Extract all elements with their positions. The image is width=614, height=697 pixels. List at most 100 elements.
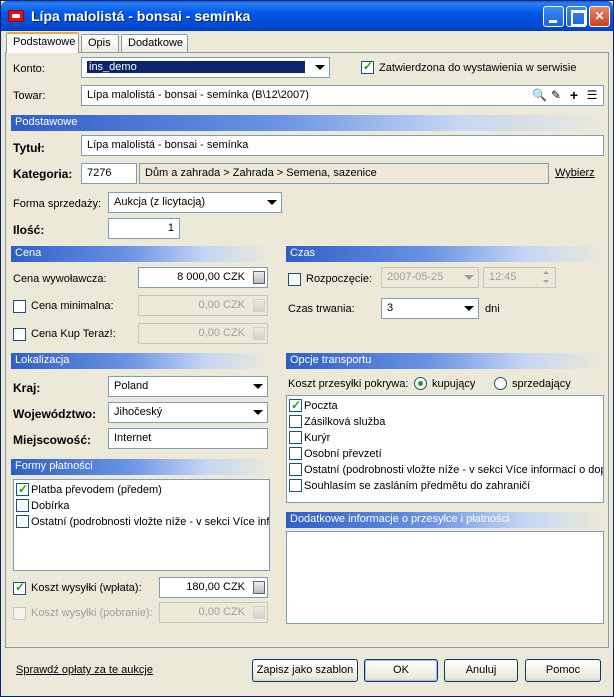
tab-podstawowe[interactable]: Podstawowe — [6, 32, 79, 53]
ilosc-input[interactable]: 1 — [108, 218, 180, 239]
add-icon[interactable]: + — [568, 88, 580, 102]
tytul-input[interactable]: Lípa malolistá - bonsai - semínka — [81, 135, 604, 156]
konto-label: Konto: — [13, 63, 45, 75]
duration-select[interactable]: 3 — [381, 298, 479, 319]
region-select[interactable]: Jihočeský — [108, 402, 268, 423]
min-price-checkbox[interactable] — [13, 300, 26, 313]
duration-unit: dni — [485, 303, 500, 315]
city-input[interactable]: Internet — [108, 428, 268, 449]
payment-option-checkbox[interactable] — [16, 515, 29, 528]
start-clock-input[interactable]: 12:45 — [483, 267, 556, 288]
duration-value: 3 — [387, 302, 394, 314]
additional-info-textarea[interactable] — [286, 531, 604, 624]
payment-option-checkbox[interactable] — [16, 481, 29, 497]
payment-option-checkbox[interactable] — [16, 499, 29, 512]
search-icon[interactable]: 🔍 — [532, 89, 547, 101]
ship-cod-value: 0,00 CZK — [198, 606, 245, 618]
buy-now-input[interactable]: 0,00 CZK — [138, 323, 268, 344]
shipping-payer-label: Koszt przesyłki pokrywa: — [288, 378, 409, 390]
transport-option-checkbox[interactable] — [289, 397, 302, 413]
start-price-value: 8 000,00 CZK — [177, 271, 245, 283]
ship-prepaid-value: 180,00 CZK — [186, 581, 245, 593]
towar-field[interactable]: Lípa malolistá - bonsai - semínka (B\12\… — [81, 85, 604, 106]
list-item[interactable]: Dobírka — [14, 498, 269, 514]
list-item[interactable]: Souhlasím se zasláním předmětu do zahran… — [287, 478, 603, 494]
buy-now-label: Cena Kup Teraz!: — [31, 328, 116, 340]
start-price-input[interactable]: 8 000,00 CZK — [138, 267, 268, 288]
payer-seller-radio[interactable] — [494, 377, 507, 390]
konto-select[interactable]: ins_demo — [81, 57, 330, 78]
kategoria-label: Kategoria: — [13, 167, 73, 181]
buy-now-value: 0,00 CZK — [198, 327, 245, 339]
kategoria-path: Dům a zahrada > Zahrada > Semena, sazeni… — [139, 163, 549, 184]
title-bar[interactable]: Lípa malolistá - bonsai - semínka ✕ — [1, 1, 613, 31]
chevron-down-icon — [460, 269, 477, 286]
calculator-icon — [253, 606, 265, 619]
kategoria-id: 7276 — [87, 167, 112, 179]
list-item[interactable]: Kurýr — [287, 430, 603, 446]
transport-option-checkbox[interactable] — [289, 463, 302, 476]
start-time-label: Rozpoczęcie: — [306, 273, 373, 285]
tab-dodatkowe[interactable]: Dodatkowe — [121, 34, 188, 52]
transport-option-checkbox[interactable] — [289, 447, 302, 460]
section-header-location: Lokalizacja — [11, 353, 271, 369]
ship-cod-input[interactable]: 0,00 CZK — [159, 602, 268, 623]
chevron-down-icon — [249, 378, 266, 395]
spinner-icon — [539, 269, 554, 286]
section-header-transport: Opcje transportu — [286, 353, 605, 369]
wybierz-link[interactable]: Wybierz — [555, 167, 595, 179]
list-item[interactable]: Zásilková služba — [287, 414, 603, 430]
list-item[interactable]: Ostatní (podrobnosti vložte níže - v sek… — [14, 514, 269, 530]
forma-select[interactable]: Aukcja (z licytacją) — [108, 192, 282, 213]
approved-checkbox[interactable] — [361, 59, 374, 74]
calculator-icon[interactable] — [253, 581, 265, 594]
ship-prepaid-label: Koszt wysyłki (wpłata): — [31, 582, 142, 594]
check-fees-link[interactable]: Sprawdź opłaty za te aukcje — [16, 664, 153, 676]
help-button[interactable]: Pomoc — [525, 659, 601, 682]
payer-seller-label: sprzedający — [512, 378, 571, 390]
min-price-label: Cena minimalna: — [31, 300, 114, 312]
start-date-picker[interactable]: 2007-05-25 — [381, 267, 479, 288]
country-select[interactable]: Poland — [108, 376, 268, 397]
start-time-checkbox[interactable] — [288, 273, 301, 286]
kategoria-id-input[interactable]: 7276 — [81, 163, 137, 184]
ship-prepaid-input[interactable]: 180,00 CZK — [159, 577, 268, 598]
transport-options-list: Poczta Zásilková služba Kurýr Osobní pře… — [286, 395, 604, 503]
tab-opis[interactable]: Opis — [81, 34, 119, 52]
list-item[interactable]: Osobní převzetí — [287, 446, 603, 462]
start-date-value: 2007-05-25 — [387, 271, 444, 283]
country-label: Kraj: — [13, 381, 41, 395]
section-header-basic: Podstawowe — [11, 115, 605, 131]
approved-label: Zatwierdzona do wystawienia w serwisie — [379, 62, 577, 74]
list-item[interactable]: Platba převodem (předem) — [14, 481, 269, 498]
buy-now-checkbox[interactable] — [13, 328, 26, 341]
window-title: Lípa malolistá - bonsai - semínka — [31, 8, 251, 24]
list-item[interactable]: Ostatní (podrobnosti vložte níže - v sek… — [287, 462, 603, 478]
save-template-button[interactable]: Zapisz jako szablon — [252, 659, 358, 682]
min-price-input[interactable]: 0,00 CZK — [138, 295, 268, 316]
transport-option-checkbox[interactable] — [289, 431, 302, 444]
edit-icon[interactable]: ✎ — [550, 89, 562, 101]
ship-cod-checkbox[interactable] — [13, 607, 26, 620]
minimize-button[interactable] — [543, 6, 564, 27]
section-header-payment: Formy płatności — [11, 459, 271, 475]
list-item[interactable]: Poczta — [287, 397, 603, 414]
transport-option-checkbox[interactable] — [289, 479, 302, 492]
ok-button[interactable]: OK — [364, 659, 438, 682]
calculator-icon[interactable] — [253, 271, 265, 284]
ilosc-label: Ilość: — [13, 223, 45, 237]
transport-option-checkbox[interactable] — [289, 415, 302, 428]
close-button[interactable]: ✕ — [589, 6, 610, 27]
chevron-down-icon — [311, 59, 328, 76]
konto-value: ins_demo — [87, 61, 305, 73]
list-icon[interactable]: ☰ — [586, 89, 598, 101]
ship-prepaid-checkbox[interactable] — [13, 580, 26, 595]
section-header-price: Cena — [11, 246, 271, 262]
app-icon — [8, 10, 24, 22]
maximize-button[interactable] — [566, 6, 587, 27]
city-value: Internet — [114, 432, 152, 444]
towar-value: Lípa malolistá - bonsai - semínka (B\12\… — [87, 89, 309, 101]
cancel-button[interactable]: Anuluj — [444, 659, 518, 682]
payer-buyer-radio[interactable] — [414, 377, 427, 390]
forma-value: Aukcja (z licytacją) — [114, 196, 206, 208]
